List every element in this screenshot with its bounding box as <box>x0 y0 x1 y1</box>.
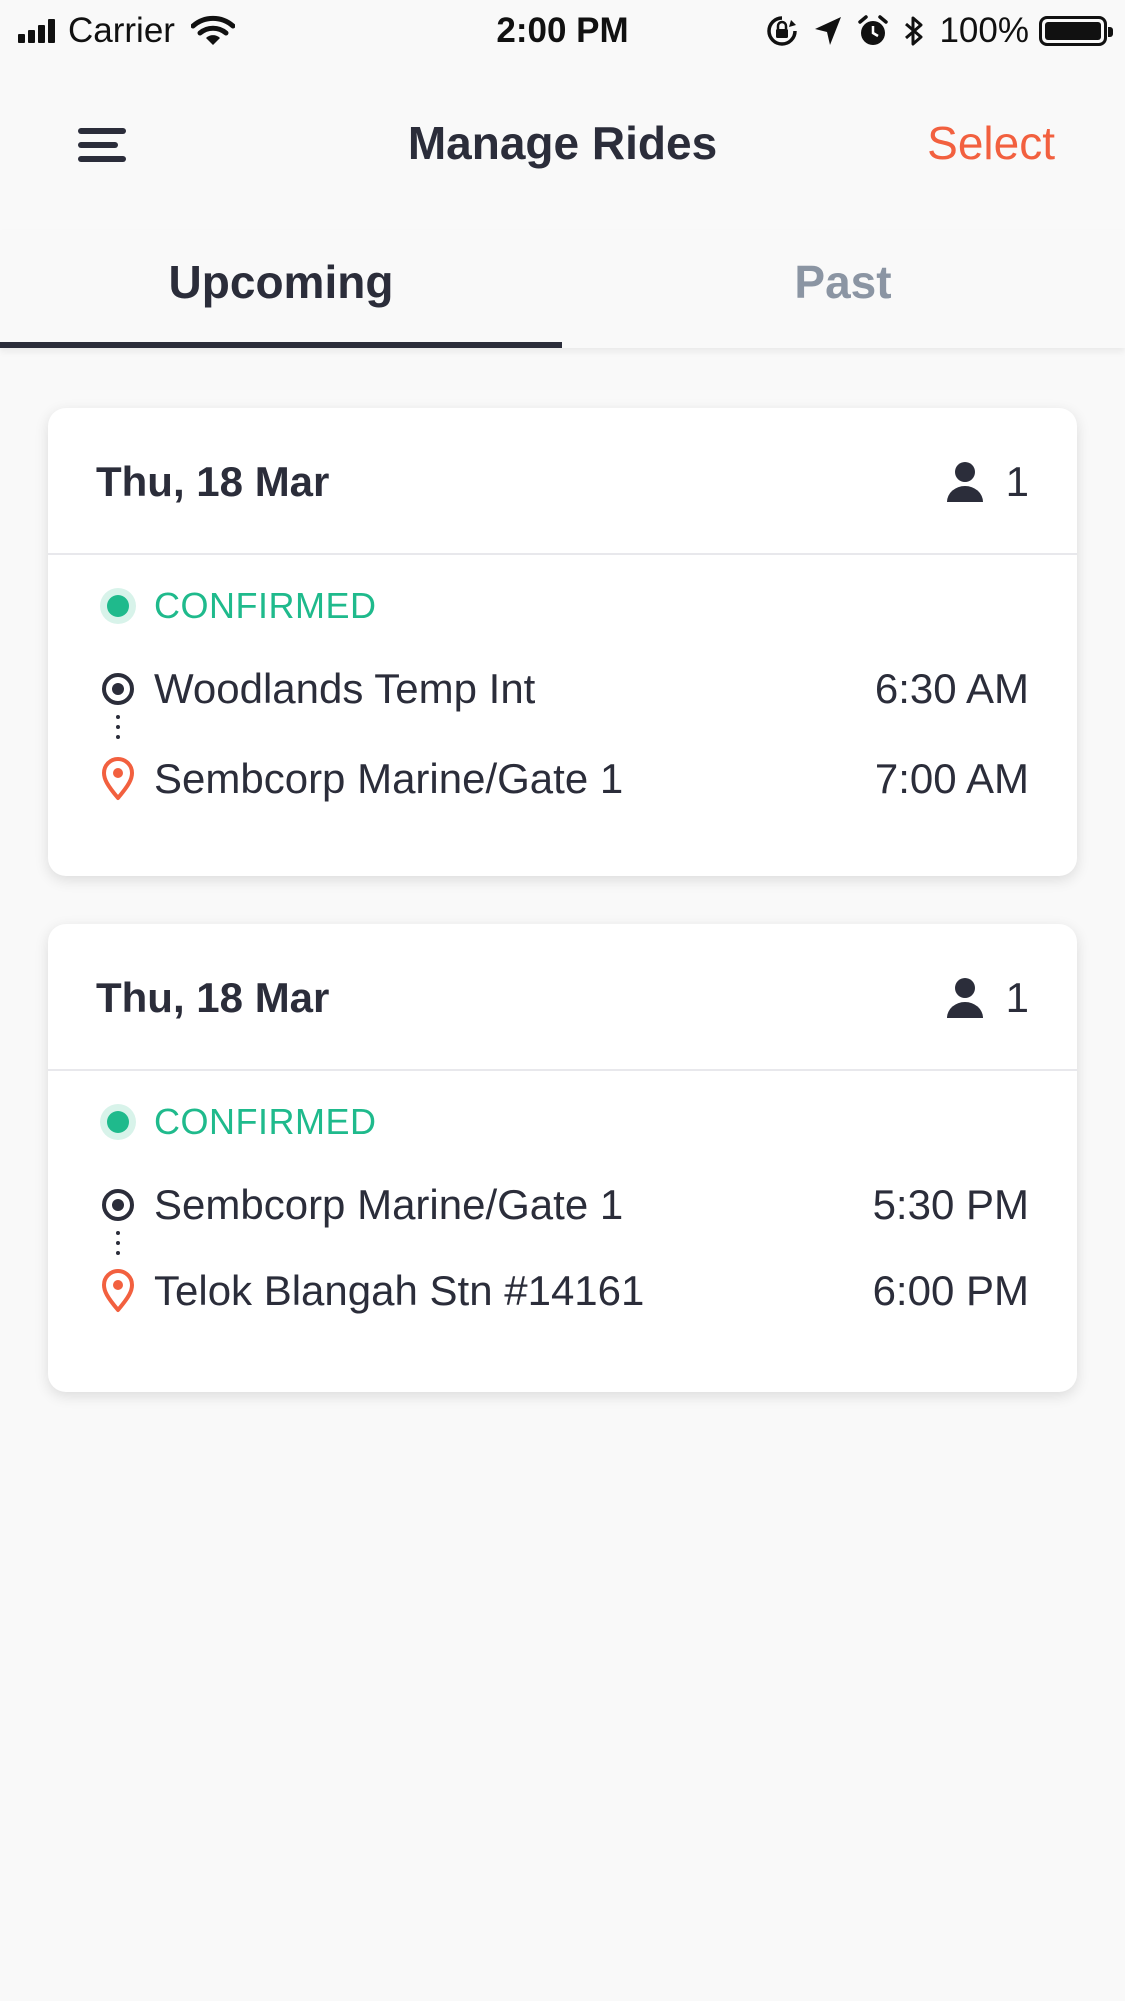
ride-card-body: CONFIRMED Sembcorp Marine/Gate 1 5:30 PM… <box>48 1071 1077 1391</box>
pickup-stop: Sembcorp Marine/Gate 1 5:30 PM <box>100 1181 1029 1229</box>
dropoff-stop: Telok Blangah Stn #14161 6:00 PM <box>100 1267 1029 1315</box>
status-bar: Carrier 2:00 PM 100% <box>0 0 1125 62</box>
status-badge: CONFIRMED <box>154 1101 377 1142</box>
active-tab-indicator <box>0 342 562 348</box>
dropoff-time: 6:00 PM <box>872 1267 1029 1314</box>
dropoff-time: 7:00 AM <box>874 755 1029 802</box>
tab-upcoming[interactable]: Upcoming <box>0 230 562 348</box>
pickup-name: Woodlands Temp Int <box>154 665 536 712</box>
pickup-stop: Woodlands Temp Int 6:30 AM <box>100 665 1029 713</box>
passenger-count-value: 1 <box>1005 974 1029 1021</box>
dropoff-name: Telok Blangah Stn #14161 <box>154 1267 645 1314</box>
nav-header: Manage Rides Select <box>0 80 1125 210</box>
pickup-time: 6:30 AM <box>874 665 1029 712</box>
person-icon <box>946 461 984 503</box>
location-arrow-icon <box>813 15 843 47</box>
passenger-count: 1 <box>946 974 1029 1022</box>
passenger-count-value: 1 <box>1005 458 1029 505</box>
select-button[interactable]: Select <box>927 116 1055 170</box>
status-dot-icon <box>100 1104 136 1140</box>
passenger-count: 1 <box>946 458 1029 506</box>
pickup-name: Sembcorp Marine/Gate 1 <box>154 1181 624 1228</box>
ride-status: CONFIRMED <box>100 1101 377 1143</box>
alarm-icon <box>857 14 889 48</box>
location-pin-icon <box>100 757 136 801</box>
ride-card[interactable]: Thu, 18 Mar 1 CONFIRMED Woodlands Temp I… <box>48 408 1077 876</box>
battery-icon <box>1039 16 1113 46</box>
tab-bar: Upcoming Past <box>0 230 1125 348</box>
route-connector <box>116 715 120 745</box>
pickup-time: 5:30 PM <box>872 1181 1029 1228</box>
ride-card-header: Thu, 18 Mar 1 <box>48 924 1077 1071</box>
ride-card-body: CONFIRMED Woodlands Temp Int 6:30 AM Sem… <box>48 555 1077 875</box>
dropoff-name: Sembcorp Marine/Gate 1 <box>154 755 624 802</box>
pickup-target-icon <box>100 1183 136 1227</box>
ride-date: Thu, 18 Mar <box>96 974 330 1021</box>
ride-card-header: Thu, 18 Mar 1 <box>48 408 1077 555</box>
bluetooth-icon <box>903 14 925 48</box>
status-dot-icon <box>100 588 136 624</box>
dropoff-stop: Sembcorp Marine/Gate 1 7:00 AM <box>100 755 1029 803</box>
ride-status: CONFIRMED <box>100 585 377 627</box>
ride-card[interactable]: Thu, 18 Mar 1 CONFIRMED Sembcorp Marine/… <box>48 924 1077 1392</box>
pickup-target-icon <box>100 667 136 711</box>
rotation-lock-icon <box>765 14 799 48</box>
route-connector <box>116 1231 120 1261</box>
battery-percent: 100% <box>939 11 1029 50</box>
location-pin-icon <box>100 1269 136 1313</box>
ride-date: Thu, 18 Mar <box>96 458 330 505</box>
person-icon <box>946 977 984 1019</box>
status-badge: CONFIRMED <box>154 585 377 626</box>
tab-past[interactable]: Past <box>562 230 1124 348</box>
